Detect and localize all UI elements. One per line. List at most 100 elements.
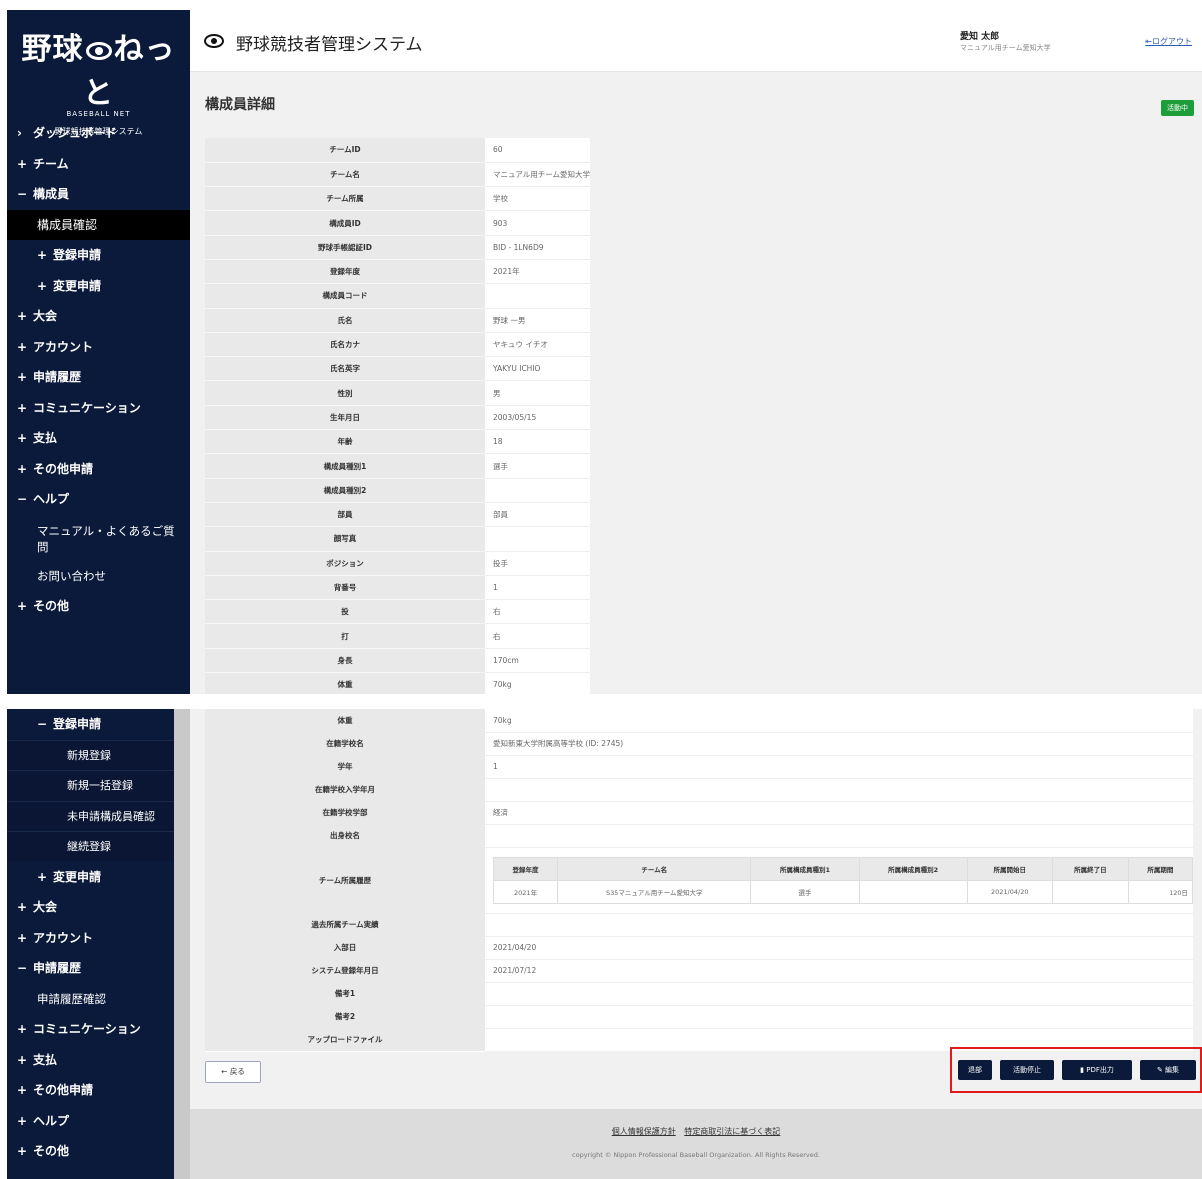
logo[interactable]: 野球 ねっと BASEBALL NET 野球競技者管理システム xyxy=(7,10,190,136)
pdf-output-button[interactable]: ▮ PDF出力 xyxy=(1062,1060,1132,1080)
sidebar-item[interactable]: + 支払 xyxy=(7,1045,174,1076)
sidebar-item[interactable]: マニュアル・よくあるご質問 xyxy=(7,515,190,561)
logout-link[interactable]: ⇤ログアウト xyxy=(1145,36,1192,47)
detail-row: 性別男 xyxy=(205,380,591,406)
sidebar-item[interactable]: 申請履歴確認 xyxy=(7,984,174,1015)
sidebar-item[interactable]: + その他 xyxy=(7,1136,174,1167)
sidebar-item[interactable]: − ヘルプ xyxy=(7,484,190,515)
detail-value: 学校 xyxy=(485,186,591,212)
sidebar-item[interactable]: + その他申請 xyxy=(7,454,190,485)
sidebar-item[interactable]: 構成員確認 xyxy=(7,209,190,240)
sidebar-item[interactable]: + 登録申請 xyxy=(7,240,190,271)
detail-value: 経済 xyxy=(485,801,1193,825)
detail-label: システム登録年月日 xyxy=(205,959,485,982)
sidebar-item[interactable]: 継続登録 xyxy=(7,831,174,862)
commerce-law-link[interactable]: 特定商取引法に基づく表記 xyxy=(684,1127,780,1136)
sidebar-item[interactable]: + その他 xyxy=(7,591,190,622)
withdraw-button[interactable]: 退部 xyxy=(958,1060,992,1080)
detail-label: 備考1 xyxy=(205,982,485,1005)
sidebar-item[interactable]: − 登録申請 xyxy=(7,709,174,740)
sidebar-item[interactable]: + 変更申請 xyxy=(7,271,190,302)
plus-icon: + xyxy=(17,1113,28,1128)
plus-icon: + xyxy=(17,309,28,323)
sidebar-item[interactable]: − 構成員 xyxy=(7,179,190,210)
detail-row: 部員 部員 xyxy=(205,502,591,528)
detail-value: YAKYU ICHIO xyxy=(485,356,591,382)
detail-label: 氏名カナ xyxy=(205,332,485,358)
detail-row: 背番号 1 xyxy=(205,575,591,601)
sidebar-item[interactable]: + 変更申請 xyxy=(7,862,174,893)
privacy-policy-link[interactable]: 個人情報保護方針 xyxy=(612,1127,676,1136)
plus-icon: + xyxy=(37,278,48,293)
detail-value xyxy=(485,778,1193,802)
detail-label: 登録年度 xyxy=(205,259,485,285)
team-history-table: 登録年度 チーム名 所属構成員種別1 所属構成員種別2 所属開始日 所属終了日 所属期間 2… xyxy=(492,856,1194,904)
sidebar-item[interactable]: 新規登録 xyxy=(7,739,174,770)
sidebar-item-label: お問い合わせ xyxy=(37,568,106,583)
detail-value: 903 xyxy=(485,210,591,236)
sidebar-item[interactable]: + 申請履歴 xyxy=(7,362,190,393)
sidebar-item-label: 変更申請 xyxy=(53,869,102,884)
detail-row: 入部日 2021/04/20 xyxy=(205,936,1193,960)
sidebar-item[interactable]: + 大会 xyxy=(7,892,174,923)
user-name: 愛知 太郎 xyxy=(960,32,1000,42)
suspend-button[interactable]: 活動停止 xyxy=(1000,1060,1054,1080)
footer: 個人情報保護方針 特定商取引法に基づく表記 copyright © Nippon… xyxy=(190,1109,1202,1179)
sidebar-item-label: 新規一括登録 xyxy=(67,779,133,792)
sidebar-item[interactable]: お問い合わせ xyxy=(7,561,190,592)
detail-label: 氏名 xyxy=(205,308,485,333)
sidebar-scrollbar[interactable] xyxy=(174,709,190,1179)
detail-row: 体重 70kg xyxy=(205,709,1193,733)
sidebar-item[interactable]: + ヘルプ xyxy=(7,1106,174,1137)
detail-label: 投 xyxy=(205,599,485,625)
history-cell-value: 120日 xyxy=(1127,879,1194,904)
sidebar-item[interactable]: + 支払 xyxy=(7,423,190,454)
main-content-scrolled: 体重 70kg 在籍学校名 愛知新東大学附属高等学校 (ID: 2745) 学年 1 在籍学… xyxy=(190,709,1202,1179)
detail-value xyxy=(485,478,591,503)
detail-row: 構成員種別2 xyxy=(205,478,591,503)
plus-icon: + xyxy=(17,599,28,613)
sidebar-item-label: 申請履歴確認 xyxy=(37,991,106,1006)
detail-label: チームID xyxy=(205,138,485,163)
minus-icon: − xyxy=(17,492,28,506)
top-screenshot: 野球 ねっと BASEBALL NET 野球競技者管理システム › ダッシュボード +… xyxy=(0,0,1202,694)
sidebar: 野球 ねっと BASEBALL NET 野球競技者管理システム › ダッシュボード +… xyxy=(7,10,190,694)
sidebar-item[interactable]: + チーム xyxy=(7,149,190,180)
sidebar-item[interactable]: 新規一括登録 xyxy=(7,770,174,801)
top-header: 野球競技者管理システム 愛知 太郎 マニュアル用チーム愛知大学 ⇤ログアウト xyxy=(190,10,1202,72)
history-cell-value xyxy=(858,879,968,904)
edit-button[interactable]: ✎ 編集 xyxy=(1140,1060,1196,1080)
action-buttons-highlight: 退部 活動停止 ▮ PDF出力 ✎ 編集 xyxy=(950,1047,1202,1093)
sidebar-item[interactable]: + 大会 xyxy=(7,301,190,332)
sidebar-item[interactable]: + その他申請 xyxy=(7,1075,174,1106)
detail-row: システム登録年月日 2021/07/12 xyxy=(205,959,1193,983)
detail-value xyxy=(485,982,1193,1006)
sidebar-item-label: 申請履歴 xyxy=(33,370,82,384)
sidebar-item[interactable]: 未申請構成員確認 xyxy=(7,800,174,831)
sidebar-item[interactable]: − 申請履歴 xyxy=(7,953,174,984)
sidebar-item[interactable]: › ダッシュボード xyxy=(7,118,190,149)
detail-table-continued: 体重 70kg 在籍学校名 愛知新東大学附属高等学校 (ID: 2745) 学年 1 在籍学… xyxy=(205,709,1194,1052)
detail-value: 2021/07/12 xyxy=(485,959,1193,983)
detail-row: 氏名カナ ヤキュウ イチオ xyxy=(205,332,591,358)
sidebar-item[interactable]: + コミュニケーション xyxy=(7,1014,174,1045)
sidebar-item-label: 構成員 xyxy=(33,187,70,201)
sidebar-item[interactable]: + アカウント xyxy=(7,923,174,954)
sidebar-item-label: アカウント xyxy=(33,930,94,945)
detail-row: チームID 60 xyxy=(205,138,591,163)
back-button[interactable]: ← 戻る xyxy=(205,1061,261,1083)
detail-row: 氏名 野球 一男 xyxy=(205,308,591,333)
detail-label: 背番号 xyxy=(205,575,485,601)
sidebar-item[interactable]: + コミュニケーション xyxy=(7,393,190,424)
detail-value: 2021/04/20 xyxy=(485,936,1193,960)
sidebar-item-label: アカウント xyxy=(33,339,94,354)
sidebar-item-label: 新規登録 xyxy=(67,748,111,762)
detail-label: 構成員コード xyxy=(205,283,485,309)
chevron-right-icon: › xyxy=(17,126,22,140)
sidebar-item-label: 変更申請 xyxy=(53,278,102,293)
sidebar-item[interactable]: + アカウント xyxy=(7,332,190,363)
detail-value: 170cm xyxy=(485,648,591,674)
detail-label: 在籍学校名 xyxy=(205,732,485,755)
history-column-header: 所属構成員種別2 xyxy=(858,856,968,881)
history-column-header: 所属期間 xyxy=(1127,856,1194,881)
